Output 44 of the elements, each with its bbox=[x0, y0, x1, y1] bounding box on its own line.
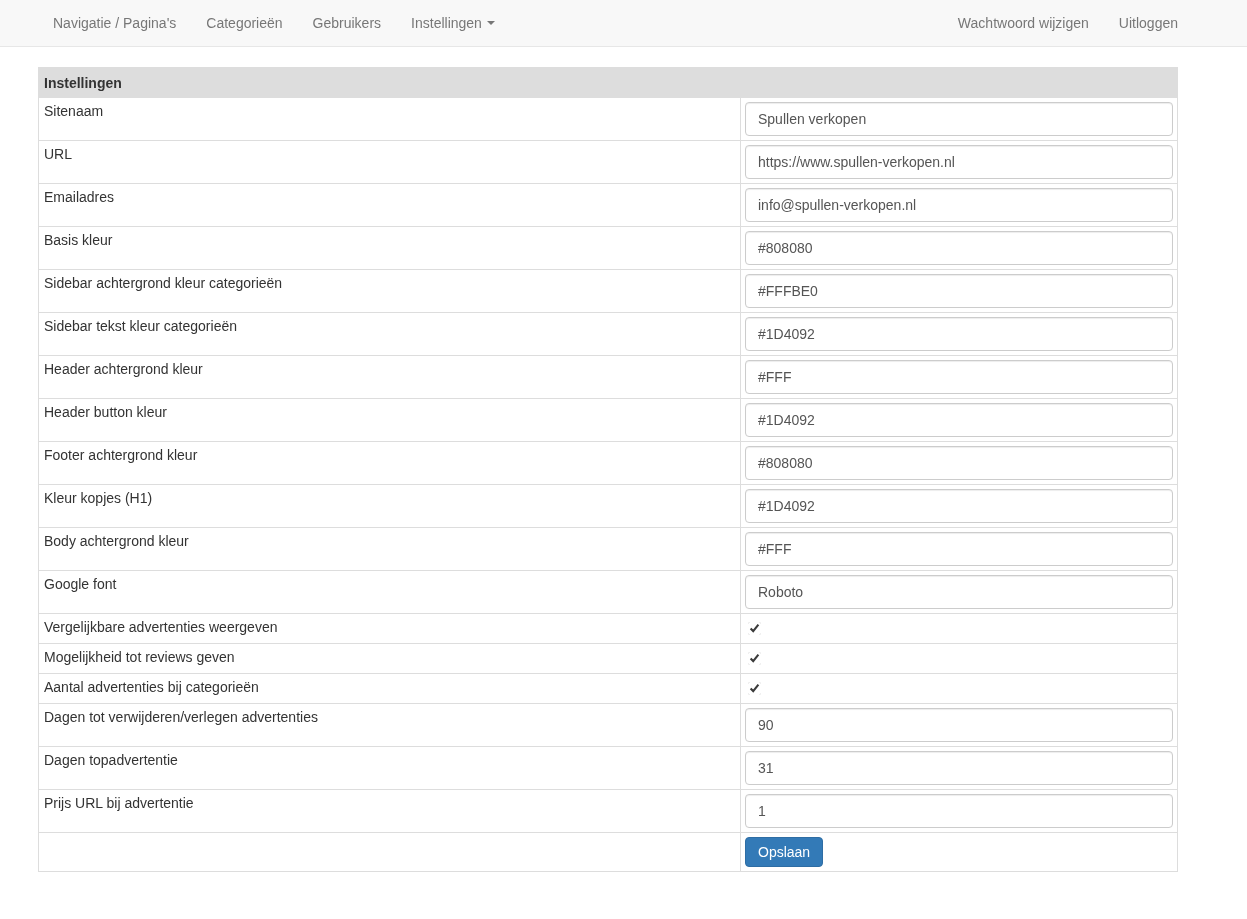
table-cell: URL bbox=[38, 140, 741, 184]
input-field[interactable]: 90 bbox=[745, 708, 1173, 742]
input-field[interactable]: #FFF bbox=[745, 532, 1173, 566]
input-field[interactable]: #FFF bbox=[745, 360, 1173, 394]
table-cell: Header achtergrond kleur bbox=[38, 355, 741, 399]
input-field[interactable]: Spullen verkopen bbox=[745, 102, 1173, 136]
nav-link[interactable]: Categorieën bbox=[191, 0, 298, 46]
table-cell: Sidebar achtergrond kleur categorieën bbox=[38, 269, 741, 313]
checkbox[interactable] bbox=[748, 652, 761, 665]
nav-link[interactable]: Wachtwoord wijzigen bbox=[942, 0, 1104, 46]
table-cell: Basis kleur bbox=[38, 226, 741, 270]
input-field[interactable]: Roboto bbox=[745, 575, 1173, 609]
table-cell: Dagen tot verwijderen/verlegen advertenties bbox=[38, 703, 741, 747]
input-field[interactable]: https://www.spullen-verkopen.nl bbox=[745, 145, 1173, 179]
input-field[interactable]: info@spullen-verkopen.nl bbox=[745, 188, 1173, 222]
table-cell: Mogelijkheid tot reviews geven bbox=[38, 643, 741, 674]
nav-link[interactable]: Gebruikers bbox=[297, 0, 397, 46]
table-cell: Sidebar tekst kleur categorieën bbox=[38, 312, 741, 356]
input-field[interactable]: 1 bbox=[745, 794, 1173, 828]
table-header: Instellingen bbox=[38, 67, 1178, 98]
table-cell: Emailadres bbox=[38, 183, 741, 227]
nav-link[interactable]: Instellingen bbox=[396, 0, 510, 46]
table-cell: Vergelijkbare advertenties weergeven bbox=[38, 613, 741, 644]
table-cell: Google font bbox=[38, 570, 741, 614]
nav-link[interactable]: Navigatie / Pagina's bbox=[38, 0, 192, 46]
nav-link[interactable]: Uitloggen bbox=[1103, 0, 1193, 46]
input-field[interactable]: 31 bbox=[745, 751, 1173, 785]
table-cell: Kleur kopjes (H1) bbox=[38, 484, 741, 528]
table-cell: Footer achtergrond kleur bbox=[38, 441, 741, 485]
table-cell: Body achtergrond kleur bbox=[38, 527, 741, 571]
input-field[interactable]: #808080 bbox=[745, 231, 1173, 265]
checkbox[interactable] bbox=[748, 682, 761, 695]
input-field[interactable]: #FFFBE0 bbox=[745, 274, 1173, 308]
table-cell: Aantal advertenties bij categorieën bbox=[38, 673, 741, 704]
input-field[interactable]: #1D4092 bbox=[745, 317, 1173, 351]
save-button[interactable]: Opslaan bbox=[745, 837, 824, 867]
input-field[interactable]: #1D4092 bbox=[745, 403, 1173, 437]
checkbox[interactable] bbox=[748, 622, 761, 635]
input-field[interactable]: #1D4092 bbox=[745, 489, 1173, 523]
table-cell: Header button kleur bbox=[38, 398, 741, 442]
input-field[interactable]: #808080 bbox=[745, 446, 1173, 480]
table-cell: Prijs URL bij advertentie bbox=[38, 789, 741, 833]
table-cell: Dagen topadvertentie bbox=[38, 746, 741, 790]
table-cell: Sitenaam bbox=[38, 97, 741, 141]
